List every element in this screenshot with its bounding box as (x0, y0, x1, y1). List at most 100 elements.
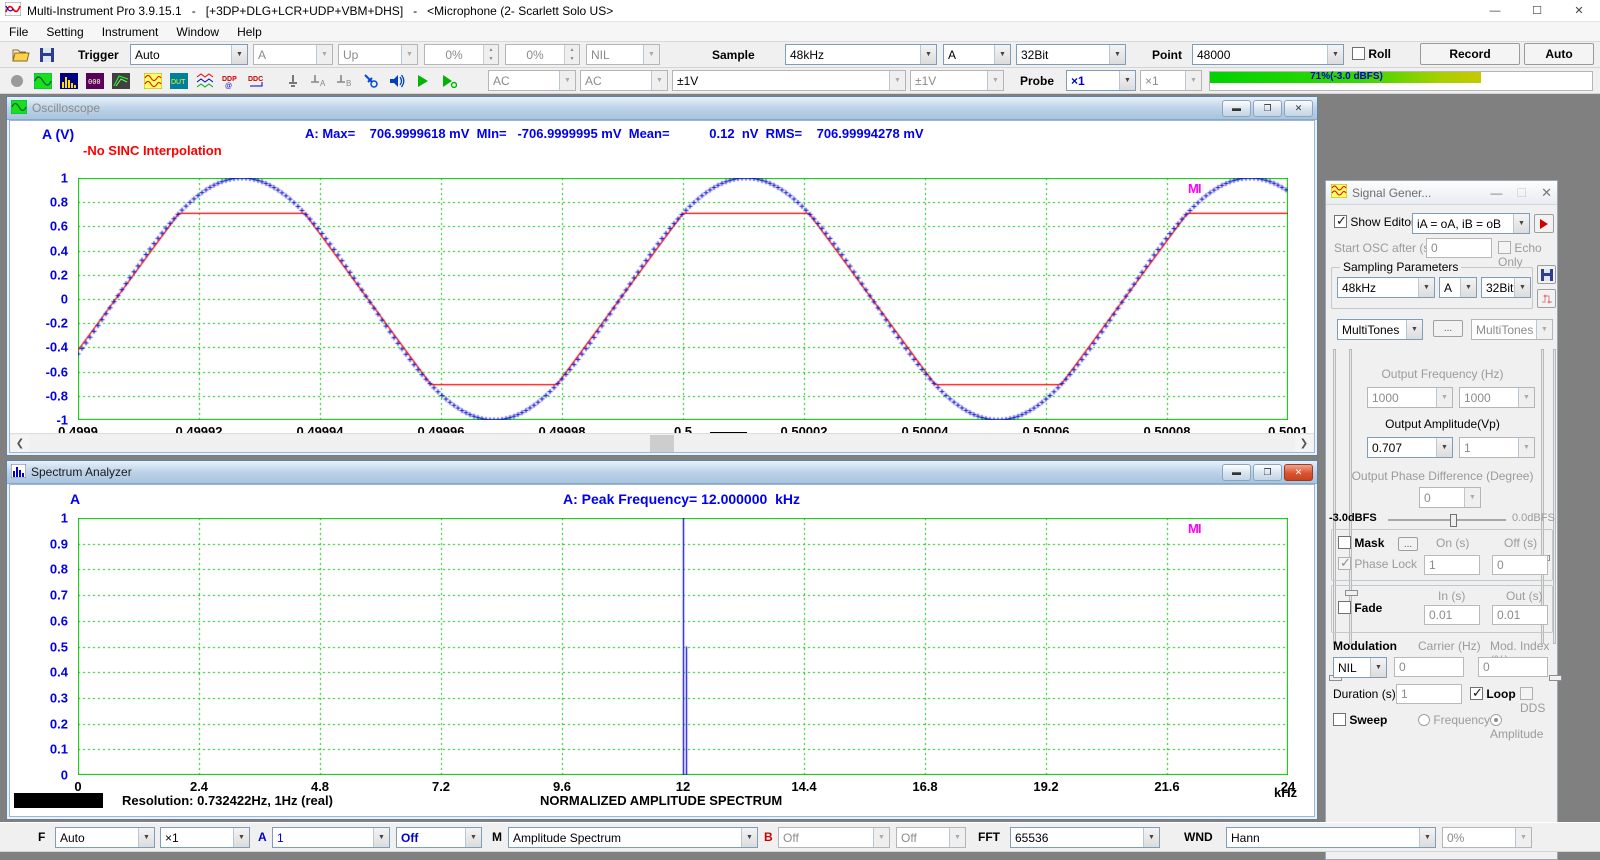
minimize-icon[interactable]: ▬ (1222, 464, 1251, 481)
restore-icon[interactable]: ❐ (1253, 464, 1282, 481)
maximize-icon[interactable]: ☐ (1516, 186, 1527, 200)
fft-size-combo[interactable]: 65536▼ (1010, 827, 1160, 848)
waveform-b-combo[interactable]: MultiTones▼ (1471, 319, 1553, 340)
gen-channel-combo[interactable]: A▼ (1439, 277, 1477, 298)
gen-modulation-icon[interactable] (1537, 289, 1556, 308)
menu-window[interactable]: Window (167, 23, 228, 41)
freq-b-combo[interactable]: 1000▼ (1459, 387, 1535, 408)
scroll-left-icon[interactable]: ❮ (11, 435, 29, 452)
mask-more-button[interactable]: ... (1398, 537, 1418, 551)
range-a-combo[interactable]: ±1V▼ (672, 70, 906, 91)
generator-run-button[interactable] (1534, 214, 1554, 233)
phase-combo[interactable]: 0▼ (1419, 487, 1481, 508)
close-icon[interactable]: ✕ (1284, 100, 1313, 117)
trigger-hpf-combo[interactable]: NIL▼ (586, 44, 660, 65)
trigger-mode-combo[interactable]: Auto▼ (130, 44, 248, 65)
dds-checkbox[interactable]: DDS (1520, 687, 1557, 715)
coupling-b-combo[interactable]: AC▼ (580, 70, 668, 91)
trigger-level-spinner[interactable]: 0%▲▼ (424, 44, 499, 65)
trigger-edge-combo[interactable]: Up▼ (338, 44, 418, 65)
amp-a-combo[interactable]: 0.707▼ (1367, 437, 1453, 458)
menu-instrument[interactable]: Instrument (93, 23, 168, 41)
sample-bits-combo[interactable]: 32Bit▼ (1016, 44, 1126, 65)
menu-file[interactable]: File (0, 23, 37, 41)
menu-help[interactable]: Help (228, 23, 271, 41)
close-icon[interactable]: ✕ (1541, 185, 1552, 201)
minimize-button[interactable]: — (1474, 0, 1516, 21)
freq-a-combo[interactable]: 1000▼ (1367, 387, 1453, 408)
gen-rate-combo[interactable]: 48kHz▼ (1337, 277, 1435, 298)
record-dot-icon[interactable] (6, 71, 28, 91)
start-osc-field[interactable]: 0 (1426, 238, 1492, 258)
phase-lock-checkbox[interactable]: Phase Lock (1338, 557, 1417, 571)
open-file-icon[interactable] (10, 45, 32, 65)
waveform-a-combo[interactable]: MultiTones▼ (1337, 319, 1423, 340)
run-once-icon[interactable] (438, 71, 460, 91)
off-b1-combo[interactable]: Off▼ (778, 827, 890, 848)
frequency-axis-combo[interactable]: Auto▼ (55, 827, 155, 848)
sweep-checkbox[interactable]: Sweep (1333, 713, 1387, 727)
signal-generator-icon[interactable] (142, 71, 164, 91)
oscilloscope-hscrollbar[interactable]: ❮ ❯ (10, 433, 1314, 452)
loop-checkbox[interactable]: Loop (1470, 687, 1516, 701)
amp-b-combo[interactable]: 1▼ (1459, 437, 1535, 458)
amplitude-slider-b-right[interactable] (1553, 349, 1556, 644)
run-icon[interactable] (412, 71, 434, 91)
mask-off-field[interactable]: 0 (1492, 555, 1548, 575)
oscilloscope-icon[interactable] (32, 71, 54, 91)
coupling-a-combo[interactable]: AC▼ (488, 70, 576, 91)
derived-trace-icon[interactable] (194, 71, 216, 91)
scroll-right-icon[interactable]: ❯ (1295, 435, 1313, 452)
carrier-field[interactable]: 0 (1394, 657, 1464, 677)
sample-channel-combo[interactable]: A▼ (943, 44, 1011, 65)
duration-field[interactable]: 1 (1396, 684, 1462, 704)
window-function-combo[interactable]: Hann▼ (1226, 827, 1436, 848)
trigger-delay-spinner[interactable]: 0%▲▼ (505, 44, 580, 65)
show-editor-checkbox[interactable]: Show Editor (1334, 215, 1415, 229)
modulation-combo[interactable]: NIL▼ (1333, 657, 1387, 678)
fade-out-field[interactable]: 0.01 (1492, 605, 1548, 625)
off-b2-combo[interactable]: Off▼ (896, 827, 966, 848)
spectrum-chart[interactable] (78, 518, 1288, 775)
mod-index-field[interactable]: 0 (1478, 657, 1548, 677)
overlap-combo[interactable]: 0%▼ (1442, 827, 1532, 848)
save-icon[interactable] (36, 45, 58, 65)
fade-in-field[interactable]: 0.01 (1424, 605, 1480, 625)
auto-button[interactable]: Auto (1524, 43, 1594, 65)
ddc-icon[interactable]: DDC (246, 71, 268, 91)
restore-icon[interactable]: ❐ (1253, 100, 1282, 117)
sample-rate-combo[interactable]: 48kHz▼ (785, 44, 937, 65)
spectrum-analyzer-icon[interactable] (58, 71, 80, 91)
ground-b-icon[interactable]: B (334, 71, 356, 91)
oscilloscope-chart[interactable] (78, 178, 1288, 420)
ground-a-icon[interactable]: A (308, 71, 330, 91)
mode-combo[interactable]: Amplitude Spectrum▼ (508, 827, 758, 848)
mask-on-field[interactable]: 1 (1424, 555, 1480, 575)
probe-b-combo[interactable]: ×1▼ (1140, 70, 1202, 91)
fade-checkbox[interactable]: Fade (1338, 601, 1382, 615)
generator-titlebar[interactable]: Signal Gener... — ☐ ✕ (1326, 181, 1557, 205)
oscilloscope-titlebar[interactable]: Oscilloscope ▬ ❐ ✕ (7, 97, 1317, 120)
gen-bits-combo[interactable]: 32Bit▼ (1481, 277, 1531, 298)
minimize-icon[interactable]: — (1490, 186, 1502, 200)
zoom-combo[interactable]: ×1▼ (160, 827, 250, 848)
sweep-frequency-radio[interactable]: Frequency (1418, 713, 1490, 727)
spectrum-3d-icon[interactable] (110, 71, 132, 91)
trigger-source-combo[interactable]: A▼ (253, 44, 333, 65)
calibration-tool-icon[interactable] (360, 71, 382, 91)
roll-checkbox[interactable]: Roll (1352, 47, 1391, 61)
mask-checkbox[interactable]: Mask (1338, 536, 1384, 550)
gen-save-icon[interactable] (1537, 265, 1556, 284)
dut-icon[interactable]: DUT (168, 71, 190, 91)
multimeter-icon[interactable]: 000 (84, 71, 106, 91)
dbfs-slider[interactable] (1388, 519, 1506, 521)
close-icon[interactable]: ✕ (1284, 464, 1313, 481)
off-a-combo[interactable]: Off▼ (396, 827, 482, 848)
range-b-combo[interactable]: ±1V▼ (910, 70, 1004, 91)
probe-a-combo[interactable]: ×1▼ (1066, 70, 1136, 91)
sweep-amplitude-radio[interactable]: Amplitude (1490, 713, 1557, 741)
spectrum-titlebar[interactable]: Spectrum Analyzer ▬ ❐ ✕ (7, 461, 1317, 484)
minimize-icon[interactable]: ▬ (1222, 100, 1251, 117)
menu-setting[interactable]: Setting (37, 23, 92, 41)
close-button[interactable]: ✕ (1558, 0, 1600, 21)
